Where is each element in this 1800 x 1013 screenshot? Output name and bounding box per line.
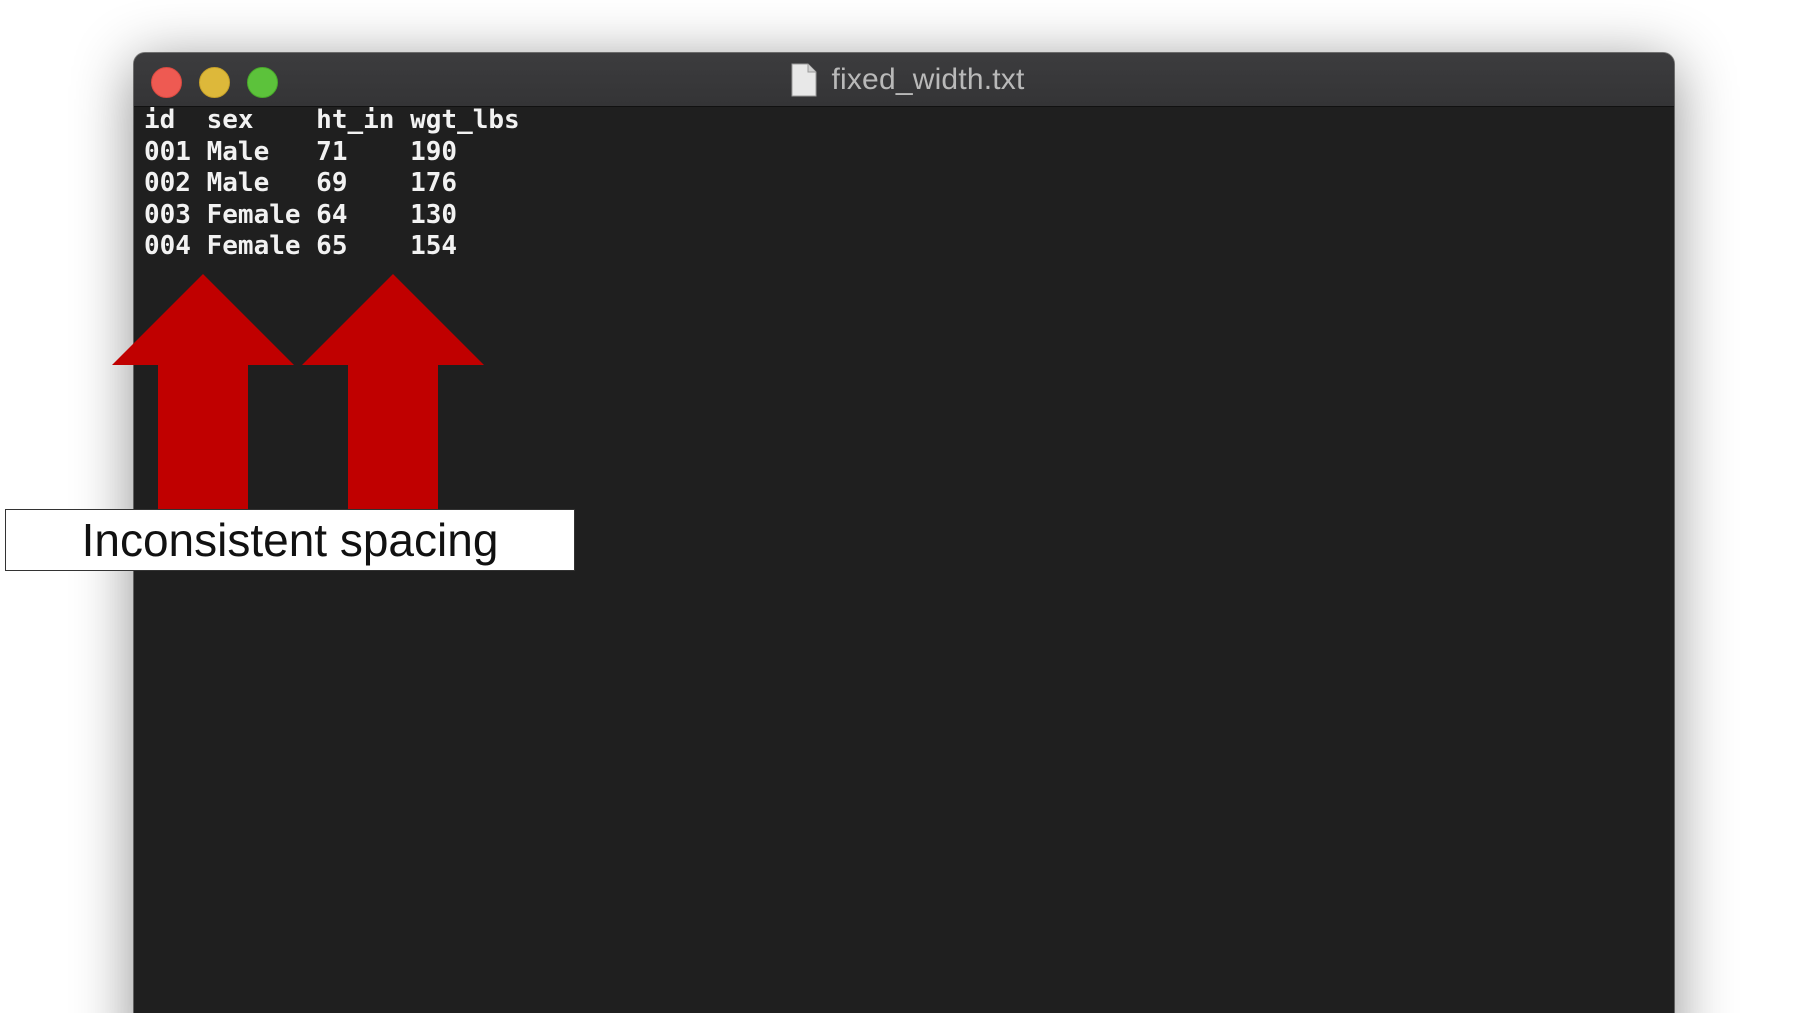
window-title-group: fixed_width.txt bbox=[134, 53, 1674, 106]
file-line: 003 Female 64 130 bbox=[144, 199, 458, 230]
slide-canvas: fixed_width.txt id sex ht_in wgt_lbs 001… bbox=[0, 0, 1800, 1013]
file-line: 004 Female 65 154 bbox=[144, 231, 458, 261]
window-titlebar[interactable]: fixed_width.txt bbox=[134, 53, 1674, 107]
document-icon bbox=[791, 63, 817, 96]
up-arrow-icon bbox=[112, 274, 294, 510]
annotation-label: Inconsistent spacing bbox=[5, 509, 575, 571]
window-title: fixed_width.txt bbox=[831, 62, 1025, 96]
file-line: 001 Male 71 190 bbox=[144, 136, 458, 167]
file-line-header: id sex ht_in wgt_lbs bbox=[144, 105, 520, 135]
up-arrow-icon bbox=[302, 274, 484, 510]
file-line: 002 Male 69 176 bbox=[144, 168, 458, 198]
file-content[interactable]: id sex ht_in wgt_lbs 001 Male 71 190 002… bbox=[144, 105, 520, 263]
